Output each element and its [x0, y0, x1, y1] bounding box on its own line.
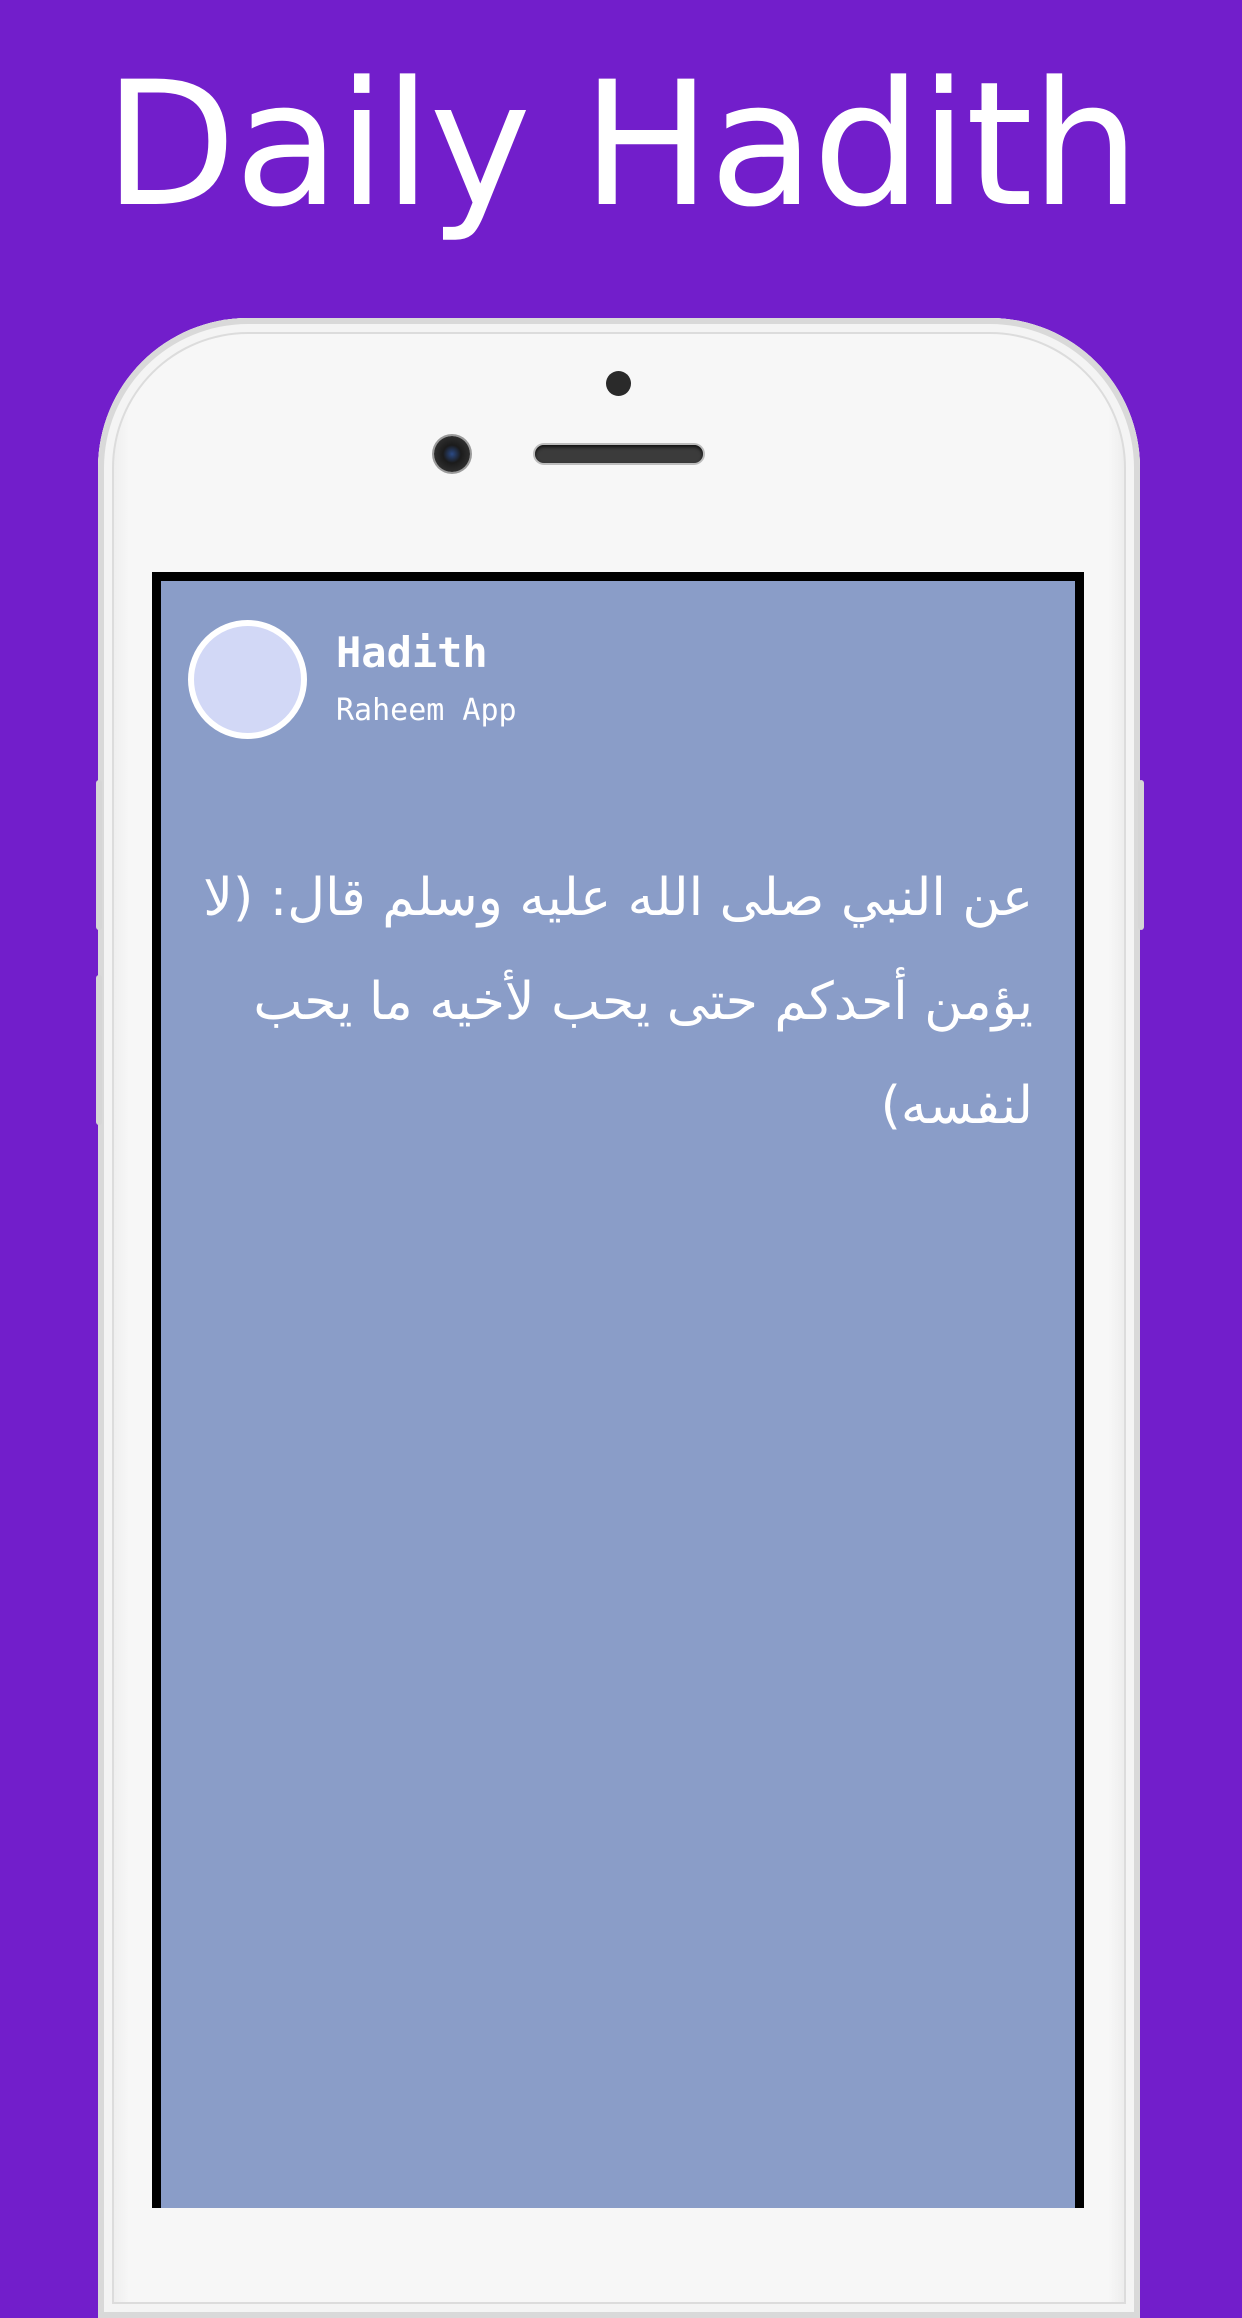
card-subtitle: Raheem App [336, 693, 517, 728]
hadith-card: Hadith Raheem App عن النبي صلى الله عليه… [161, 581, 1075, 2208]
phone-power-button [1138, 780, 1144, 930]
card-title: Hadith [336, 628, 488, 677]
phone-volume-up-button [96, 780, 102, 930]
promo-headline: Daily Hadith [103, 44, 1140, 245]
front-camera-icon [434, 436, 470, 472]
phone-volume-down-button [96, 975, 102, 1125]
app-avatar [188, 620, 307, 739]
hadith-text: عن النبي صلى الله عليه وسلم قال: (لا يؤم… [203, 868, 1033, 1136]
earpiece-speaker-icon [535, 445, 703, 463]
proximity-sensor-icon [606, 371, 631, 396]
